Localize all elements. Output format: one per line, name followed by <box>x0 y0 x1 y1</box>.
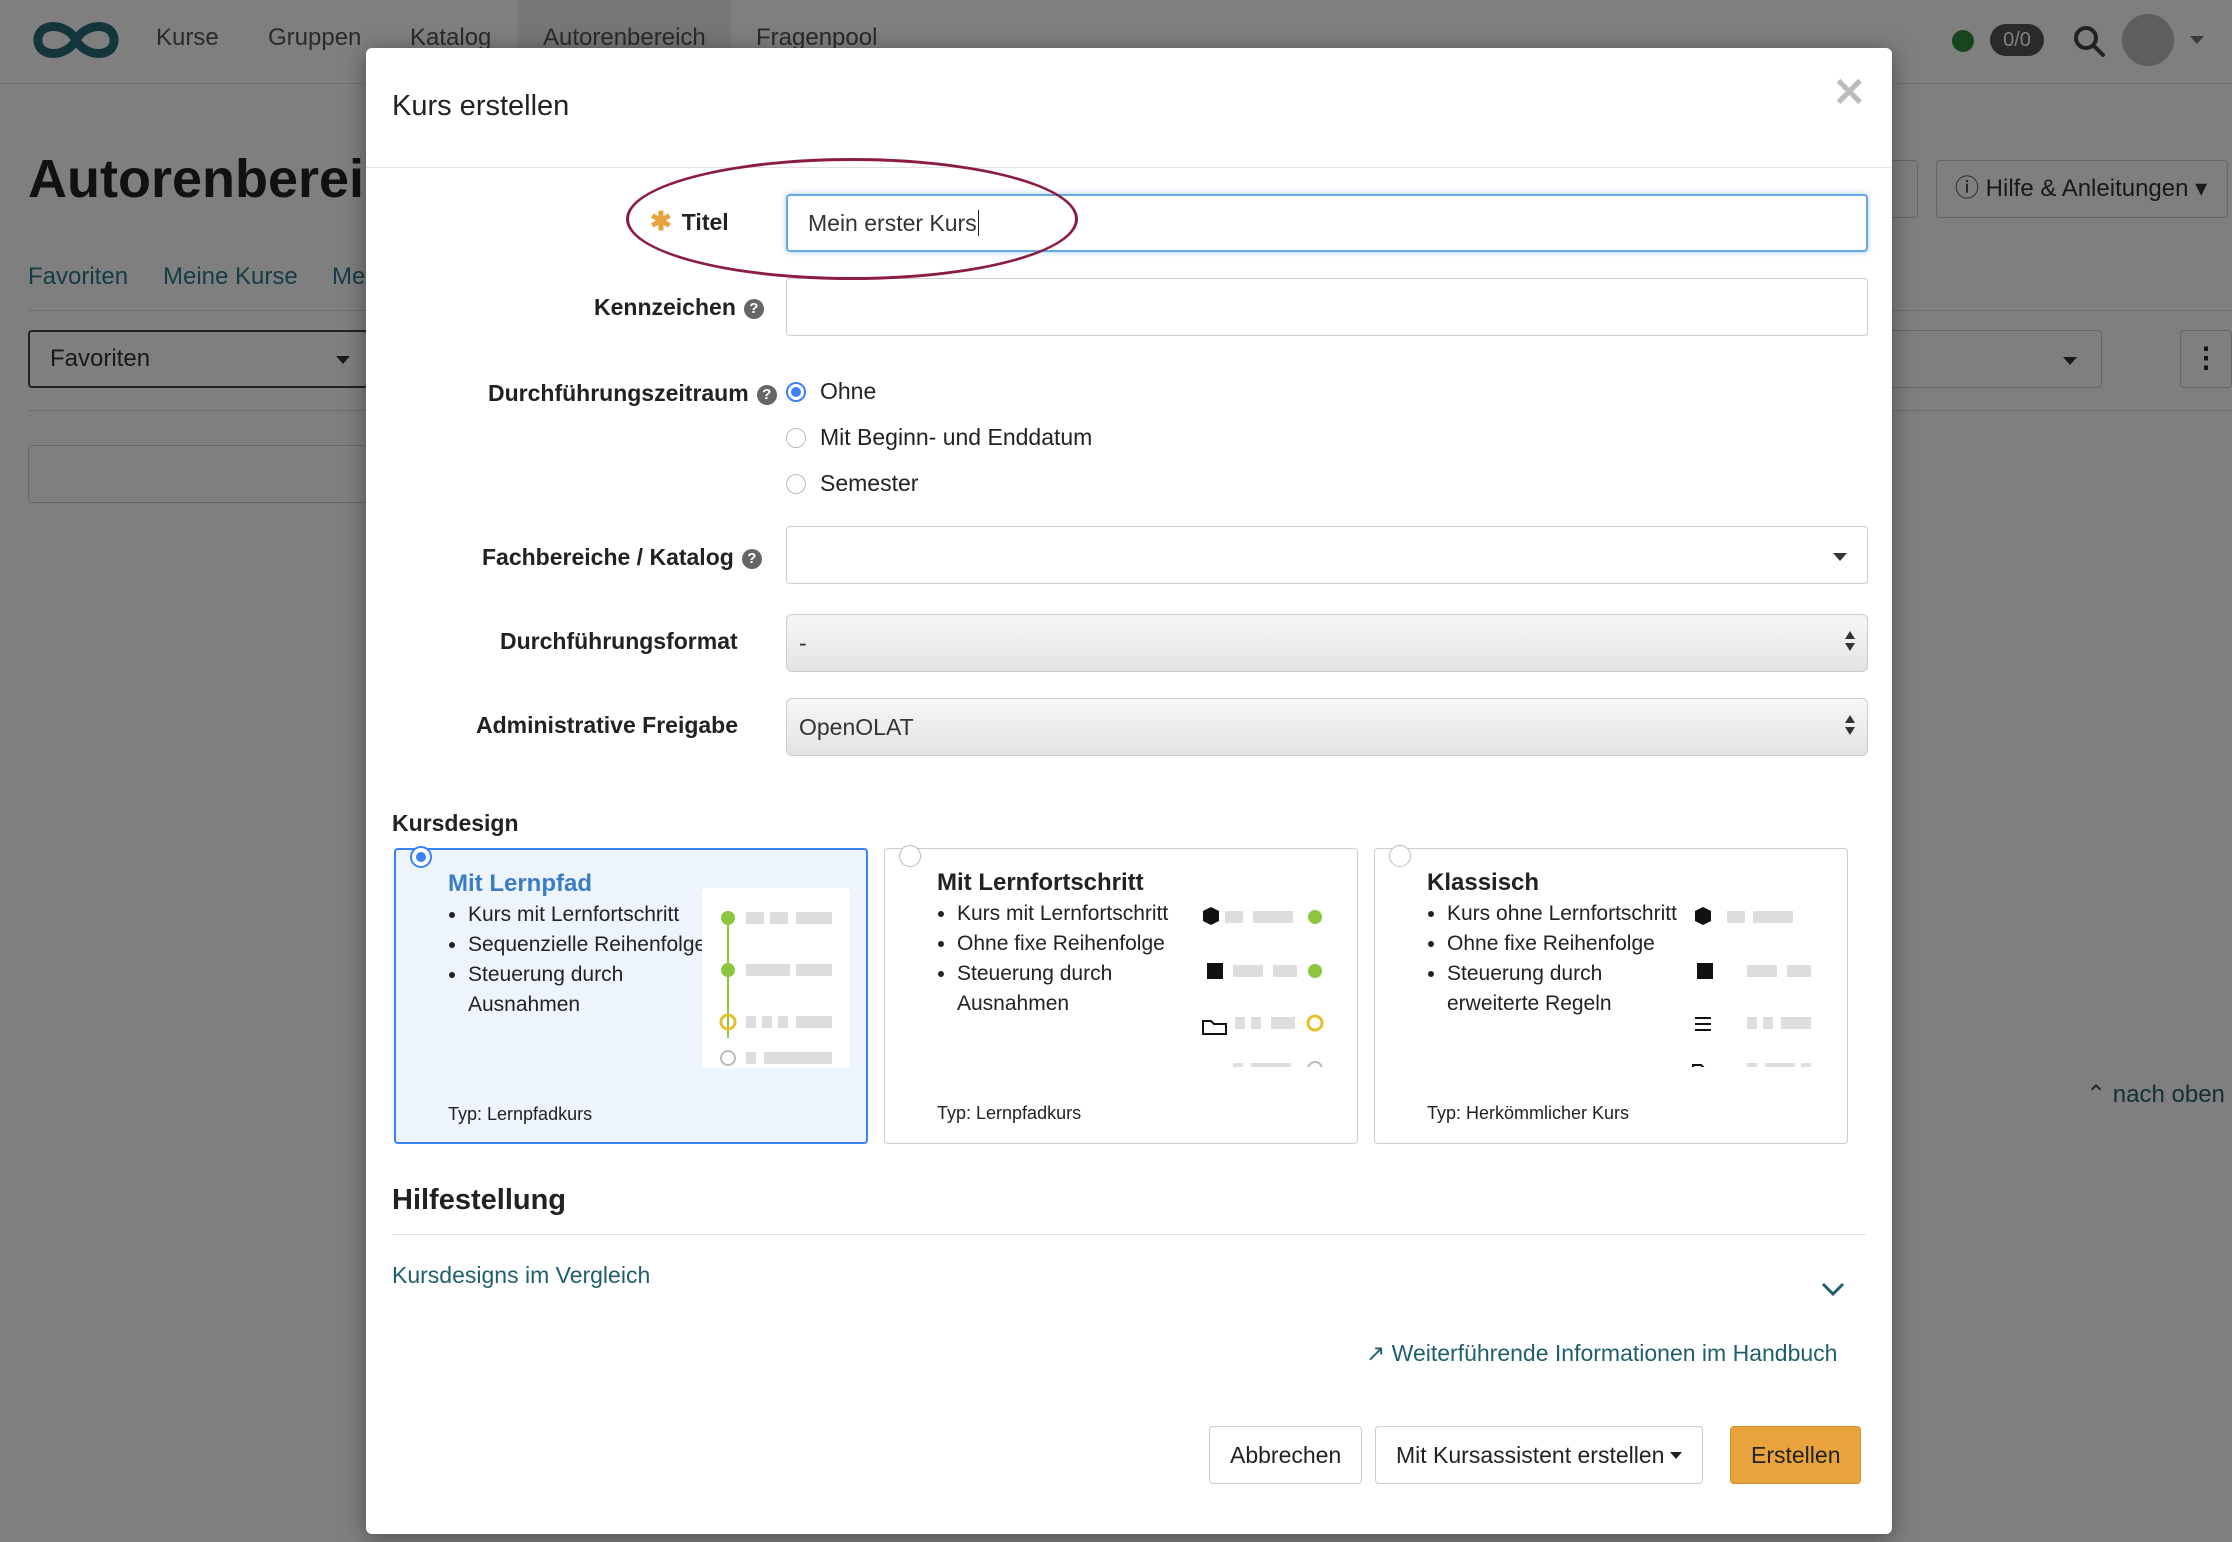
fachbereiche-label: Fachbereiche / Katalog? <box>482 544 762 571</box>
radio-icon[interactable] <box>1389 845 1411 867</box>
design-card-lernfortschritt[interactable]: Mit Lernfortschritt Kurs mit Lernfortsch… <box>884 845 1358 1144</box>
card-feature: Kurs mit Lernfortschritt <box>468 900 708 930</box>
create-course-dialog: Kurs erstellen ✕ ✱ Titel Mein erster Kurs… <box>366 48 1892 1534</box>
card-feature: Steuerung durch Ausnahmen <box>957 959 1197 1019</box>
create-button[interactable]: Erstellen <box>1730 1426 1862 1484</box>
wizard-create-button[interactable]: Mit Kursassistent erstellen <box>1375 1426 1704 1484</box>
card-feature: Ohne fixe Reihenfolge <box>1447 929 1687 959</box>
card-feature: Sequenzielle Reihenfolge <box>468 930 708 960</box>
kursdesign-heading: Kursdesign <box>392 810 519 836</box>
card-type: Typ: Herkömmlicher Kurs <box>1427 1103 1630 1123</box>
manual-link[interactable]: ↗ Weiterführende Informationen im Handbu… <box>1366 1340 1837 1367</box>
card-feature: Steuerung durch Ausnahmen <box>468 960 708 1020</box>
card-feature: Kurs ohne Lernfortschritt <box>1447 899 1687 929</box>
help-icon[interactable]: ? <box>741 549 762 569</box>
annotation-ellipse <box>626 158 1078 280</box>
kennzeichen-input[interactable] <box>786 278 1868 336</box>
zeitraum-label-text: Durchführungszeitraum <box>488 380 749 406</box>
zeitraum-option-label: Ohne <box>820 378 877 404</box>
card-feature: Kurs mit Lernfortschritt <box>957 899 1197 929</box>
design-card-klassisch[interactable]: Klassisch Kurs ohne Lernfortschritt Ohne… <box>1374 845 1848 1144</box>
chevron-down-icon <box>1833 553 1847 561</box>
help-icon[interactable]: ? <box>756 385 777 405</box>
dialog-title: Kurs erstellen <box>392 90 570 122</box>
zeitraum-option-label: Semester <box>820 470 919 496</box>
radio-selected-icon[interactable] <box>410 846 432 868</box>
card-feature: Steuerung durch erweiterte Regeln <box>1447 959 1687 1019</box>
format-select[interactable]: - <box>786 614 1868 672</box>
help-icon[interactable]: ? <box>743 299 764 319</box>
fachbereiche-label-text: Fachbereiche / Katalog <box>482 544 734 570</box>
freigabe-label: Administrative Freigabe <box>476 712 739 738</box>
card-type: Typ: Lernpfadkurs <box>448 1104 593 1124</box>
zeitraum-label: Durchführungszeitraum? <box>488 380 777 407</box>
zeitraum-option-ohne[interactable]: Ohne <box>786 378 876 405</box>
radio-selected-icon[interactable] <box>786 382 806 402</box>
freigabe-select[interactable]: OpenOLAT <box>786 698 1868 756</box>
kennzeichen-label: Kennzeichen? <box>594 294 764 321</box>
help-heading: Hilfestellung <box>392 1184 567 1216</box>
card-title: Mit Lernfortschritt <box>937 869 1144 896</box>
chevron-down-icon[interactable] <box>1820 1276 1846 1302</box>
chevron-down-icon <box>1670 1452 1683 1459</box>
help-divider <box>392 1234 1866 1235</box>
manual-link-label: Weiterführende Informationen im Handbuch <box>1391 1340 1838 1366</box>
close-icon[interactable]: ✕ <box>1832 70 1866 116</box>
compare-designs-link[interactable]: Kursdesigns im Vergleich <box>392 1262 650 1289</box>
freigabe-select-value: OpenOLAT <box>799 714 914 740</box>
zeitraum-option-semester[interactable]: Semester <box>786 470 918 497</box>
fachbereiche-select[interactable] <box>786 526 1868 584</box>
card-title: Klassisch <box>1427 869 1540 896</box>
design-card-lernpfad[interactable]: Mit Lernpfad Kurs mit Lernfortschritt Se… <box>394 846 868 1144</box>
radio-icon[interactable] <box>786 428 806 448</box>
format-select-value: - <box>799 630 807 656</box>
learning-path-illustration-icon <box>702 888 850 1068</box>
format-label: Durchführungsformat <box>500 628 738 654</box>
zeitraum-option-beginn-enddatum[interactable]: Mit Beginn- und Enddatum <box>786 424 1092 451</box>
card-type: Typ: Lernpfadkurs <box>937 1103 1082 1123</box>
select-arrows-icon <box>1845 715 1855 737</box>
card-feature: Ohne fixe Reihenfolge <box>957 929 1197 959</box>
external-link-icon: ↗ <box>1366 1340 1386 1366</box>
progress-illustration-icon <box>1193 887 1341 1067</box>
wizard-create-label: Mit Kursassistent erstellen <box>1396 1442 1665 1468</box>
card-title: Mit Lernpfad <box>448 870 592 897</box>
classic-illustration-icon <box>1683 887 1831 1067</box>
card-feature-list: Kurs mit Lernfortschritt Sequenzielle Re… <box>468 900 708 1020</box>
card-feature-list: Kurs mit Lernfortschritt Ohne fixe Reihe… <box>957 899 1197 1019</box>
dialog-header: Kurs erstellen ✕ <box>366 48 1892 168</box>
cancel-button[interactable]: Abbrechen <box>1209 1426 1363 1484</box>
kennzeichen-label-text: Kennzeichen <box>594 294 736 320</box>
card-feature-list: Kurs ohne Lernfortschritt Ohne fixe Reih… <box>1447 899 1687 1019</box>
radio-icon[interactable] <box>786 474 806 494</box>
zeitraum-option-label: Mit Beginn- und Enddatum <box>820 424 1093 450</box>
radio-icon[interactable] <box>899 845 921 867</box>
select-arrows-icon <box>1845 631 1855 653</box>
